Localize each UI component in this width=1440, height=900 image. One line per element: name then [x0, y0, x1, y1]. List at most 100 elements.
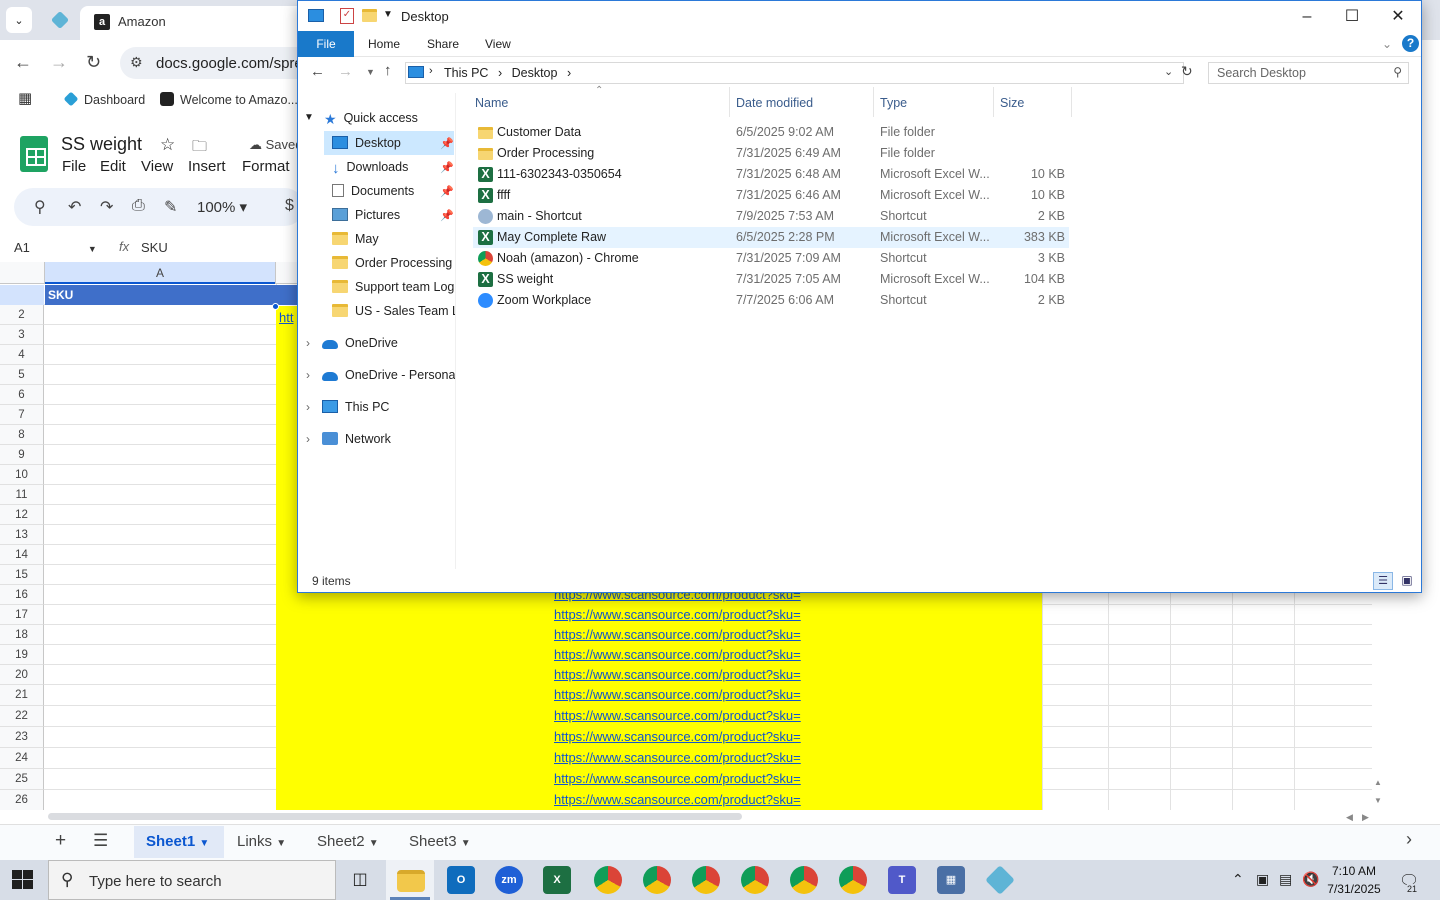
ribbon-tab-share[interactable]: Share — [427, 37, 459, 51]
scansource-link[interactable]: https://www.scansource.com/product?sku= — [554, 627, 801, 642]
row-header[interactable]: 10 — [0, 465, 44, 485]
scroll-right-icon[interactable]: ▶ — [1362, 812, 1369, 823]
bookmark-amazon[interactable]: Welcome to Amazo... — [160, 92, 298, 107]
nav-onedrive-personal[interactable]: OneDrive - Personal — [322, 363, 455, 387]
explore-chevron-icon[interactable]: › — [1406, 829, 1412, 850]
breadcrumb-separator-icon[interactable]: › — [498, 66, 502, 80]
nav-network[interactable]: Network — [322, 427, 391, 451]
zoom-taskbar-icon[interactable]: zm — [495, 866, 523, 894]
meet-now-icon[interactable]: ▣ — [1256, 871, 1269, 888]
column-divider[interactable] — [729, 87, 730, 117]
doc-title[interactable]: SS weight — [61, 134, 142, 155]
nav-downloads[interactable]: ↓ Downloads — [332, 155, 408, 179]
refresh-icon[interactable]: ↻ — [1181, 63, 1193, 80]
row-header[interactable]: 5 — [0, 365, 44, 385]
row-header[interactable]: 2 — [0, 305, 44, 325]
breadcrumb-desktop[interactable]: Desktop — [512, 66, 558, 80]
scansource-link[interactable]: https://www.scansource.com/product?sku= — [554, 667, 801, 682]
expand-chevron-icon[interactable]: › — [306, 395, 310, 419]
maximize-icon[interactable]: ☐ — [1329, 3, 1375, 31]
nav-folder-order-processing[interactable]: Order Processing — [332, 251, 452, 275]
redo-icon[interactable]: ↷ — [100, 197, 113, 217]
row-header[interactable]: 21 — [0, 685, 44, 706]
url-text[interactable]: docs.google.com/sprea — [156, 55, 311, 72]
row-header[interactable]: 3 — [0, 325, 44, 345]
row-header[interactable]: 17 — [0, 605, 44, 625]
row-header[interactable]: 22 — [0, 706, 44, 727]
nav-pictures[interactable]: Pictures — [332, 203, 400, 227]
task-view-icon[interactable]: ◫ — [346, 866, 374, 894]
tab-sheet1[interactable]: Sheet1 ▼ — [146, 833, 209, 850]
forward-arrow-icon[interactable]: → — [338, 63, 353, 80]
row-header[interactable]: 13 — [0, 525, 44, 545]
scansource-link[interactable]: https://www.scansource.com/product?sku= — [554, 687, 801, 702]
column-divider[interactable] — [1071, 87, 1072, 117]
scansource-link[interactable]: https://www.scansource.com/product?sku= — [554, 792, 801, 807]
nav-documents[interactable]: Documents — [332, 179, 414, 203]
file-row[interactable]: Order Processing 7/31/2025 6:49 AM File fo… — [473, 143, 1069, 164]
breadcrumb-this-pc[interactable]: This PC — [444, 66, 488, 80]
calculator-taskbar-icon[interactable]: ▦ — [937, 866, 965, 894]
close-icon[interactable]: ✕ — [1375, 3, 1421, 31]
scansource-link[interactable]: https://www.scansource.com/product?sku= — [554, 729, 801, 744]
nav-folder-may[interactable]: May — [332, 227, 379, 251]
explorer-search-input[interactable]: Search Desktop ⚲ — [1208, 62, 1409, 84]
up-arrow-icon[interactable]: ↑ — [384, 62, 392, 79]
row-header[interactable]: 11 — [0, 485, 44, 505]
scroll-left-icon[interactable]: ◀ — [1346, 812, 1353, 823]
file-row[interactable]: X 111-6302343-0350654 7/31/2025 6:48 AM Mic… — [473, 164, 1069, 185]
paint-format-icon[interactable]: ✎ — [164, 197, 177, 217]
nav-folder-support-team[interactable]: Support team Login — [332, 275, 455, 299]
row-header[interactable]: 6 — [0, 385, 44, 405]
horizontal-scrollbar[interactable] — [0, 810, 1384, 824]
tab-sheet3[interactable]: Sheet3 ▼ — [409, 833, 471, 850]
all-sheets-icon[interactable]: ☰ — [93, 831, 108, 851]
zoom-select[interactable]: 100% ▾ — [197, 198, 247, 216]
minimize-icon[interactable]: – — [1284, 3, 1330, 31]
details-view-icon[interactable]: ☰ — [1373, 572, 1393, 590]
teams-taskbar-icon[interactable]: T — [888, 866, 916, 894]
chrome-profile-taskbar-icon[interactable] — [643, 866, 671, 894]
row-header[interactable]: 24 — [0, 748, 44, 769]
currency-format-button[interactable]: $ — [285, 197, 294, 215]
address-history-chevron-icon[interactable]: ⌄ — [1164, 65, 1173, 78]
scansource-link[interactable]: https://www.scansource.com/product?sku= — [554, 750, 801, 765]
ribbon-tab-home[interactable]: Home — [368, 37, 400, 51]
chrome-taskbar-icon[interactable] — [594, 866, 622, 894]
chrome-profile-taskbar-icon[interactable] — [692, 866, 720, 894]
vertical-scroll-buttons[interactable]: ▲ ▼ — [1372, 778, 1384, 810]
search-icon[interactable]: ⚲ — [34, 197, 46, 217]
menu-edit[interactable]: Edit — [100, 158, 126, 175]
sheets-logo-icon[interactable] — [20, 136, 48, 172]
row-header[interactable]: 26 — [0, 790, 44, 810]
name-box[interactable]: A1 ▼ — [14, 240, 97, 255]
row-header[interactable]: 14 — [0, 545, 44, 565]
file-row[interactable]: Customer Data 6/5/2025 9:02 AM File folder — [473, 122, 1069, 143]
nav-quick-access[interactable]: ★ Quick access — [324, 106, 418, 130]
row-header[interactable]: 23 — [0, 727, 44, 748]
expand-quick-access-chevron-icon[interactable]: ▼ — [304, 106, 314, 130]
browser-tab-amazon[interactable]: a Amazon — [80, 6, 310, 40]
nav-folder-us-sales[interactable]: US - Sales Team Log — [332, 299, 455, 323]
file-row[interactable]: X SS weight 7/31/2025 7:05 AM Microsoft Exc… — [473, 269, 1069, 290]
breadcrumb-separator-icon[interactable]: › — [567, 66, 571, 80]
scansource-link[interactable]: https://www.scansource.com/product?sku= — [554, 607, 801, 622]
expand-chevron-icon[interactable]: › — [306, 331, 310, 355]
menu-format[interactable]: Format — [242, 158, 290, 175]
scansource-link[interactable]: https://www.scansource.com/product?sku= — [554, 771, 801, 786]
row-header[interactable]: 7 — [0, 405, 44, 425]
nav-this-pc[interactable]: This PC — [322, 395, 389, 419]
pin-icon[interactable]: 📌 — [440, 137, 454, 150]
column-header-date[interactable]: Date modified — [736, 96, 813, 110]
row-header[interactable]: 15 — [0, 565, 44, 585]
print-icon[interactable]: ⎙ — [132, 197, 145, 215]
menu-view[interactable]: View — [141, 158, 173, 175]
taskbar-clock[interactable]: 7:10 AM 7/31/2025 — [1322, 862, 1386, 898]
row-header[interactable]: 25 — [0, 769, 44, 790]
row-header[interactable]: 19 — [0, 645, 44, 665]
site-info-icon[interactable]: ⚙ — [130, 54, 143, 71]
back-arrow-icon[interactable]: ← — [310, 63, 325, 80]
row-header[interactable]: 16 — [0, 585, 44, 605]
row-header[interactable]: 4 — [0, 345, 44, 365]
forward-arrow-icon[interactable]: → — [50, 52, 68, 73]
